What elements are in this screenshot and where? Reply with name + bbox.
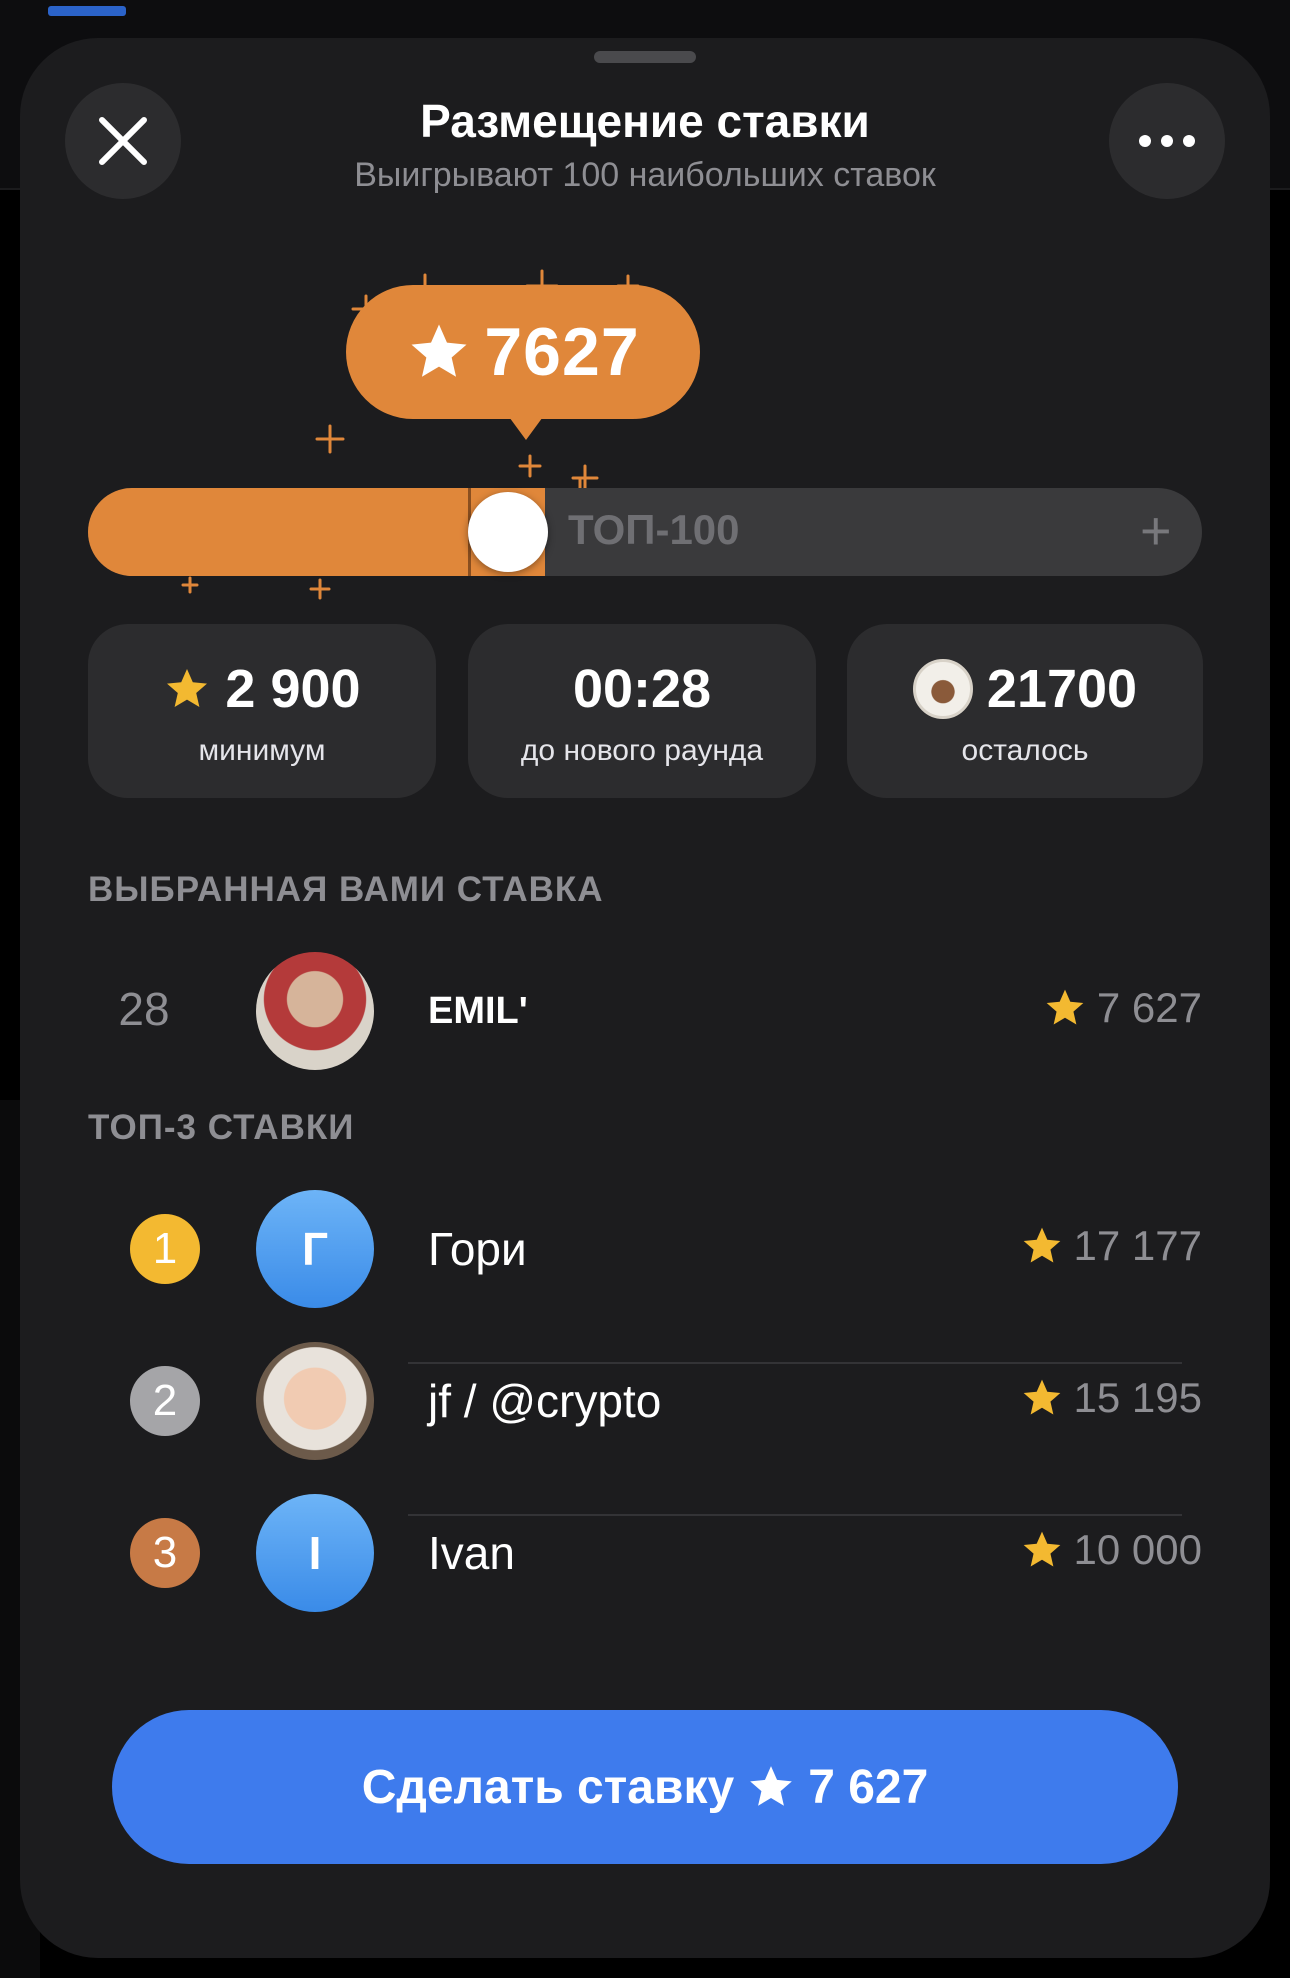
star-icon (1023, 1227, 1060, 1263)
place-bid-button[interactable]: Сделать ставку 7 627 (112, 1710, 1178, 1864)
avatar: Г (256, 1190, 374, 1308)
stat-timer-label: до нового раунда (520, 734, 764, 767)
slider-label: ТОП-100 (568, 506, 740, 553)
my-bid-amount-wrap: 7 627 (1043, 984, 1202, 1032)
bid-bubble-tail (504, 410, 548, 440)
medal-bronze: 3 (130, 1518, 200, 1588)
star-icon (411, 324, 467, 377)
top3-row-1-amount: 17 177 (1073, 1222, 1202, 1269)
more-button[interactable] (1109, 83, 1225, 199)
avatar (256, 952, 374, 1070)
stat-timer: 00:28 до нового раунда (468, 624, 816, 798)
place-bid-amount: 7 627 (808, 1760, 929, 1814)
my-bid-section-title: ВЫБРАННАЯ ВАМИ СТАВКА (88, 870, 604, 909)
stat-minimum-label: минимум (198, 734, 326, 767)
background-tab-indicator (48, 6, 126, 16)
my-bid-row[interactable]: 28 EMILʹ 7 627 (88, 952, 1202, 1070)
star-icon (1046, 989, 1084, 1025)
place-bid-label: Сделать ставку (361, 1760, 735, 1814)
medal-gold: 1 (130, 1214, 200, 1284)
top3-row-1-amount-wrap: 17 177 (1020, 1222, 1202, 1270)
stat-timer-value: 00:28 (572, 659, 712, 719)
slider-thumb[interactable] (468, 492, 548, 572)
star-icon (1023, 1531, 1060, 1567)
top3-row-3-amount: 10 000 (1073, 1526, 1202, 1573)
my-bid-name: EMILʹ (428, 990, 528, 1032)
bid-bubble-value: 7627 (484, 314, 640, 390)
stat-remaining-value: 21700 (986, 659, 1138, 719)
my-bid-amount: 7 627 (1096, 984, 1202, 1031)
avatar: I (256, 1494, 374, 1612)
top3-row-3-amount-wrap: 10 000 (1020, 1526, 1202, 1574)
top3-row-1-name: Гори (428, 1223, 527, 1275)
sheet-grabber[interactable] (594, 51, 696, 63)
stat-remaining: 21700 осталось (847, 624, 1203, 798)
top3-row-1[interactable]: 1 Г Гори 17 177 (88, 1190, 1202, 1308)
cake-icon (912, 659, 973, 719)
star-icon (1023, 1379, 1060, 1415)
top3-section-title: ТОП-3 СТАВКИ (88, 1108, 355, 1147)
bid-bubble: 7627 (346, 285, 700, 419)
sheet-title: Размещение ставки (420, 95, 870, 147)
stat-minimum: 2 900 минимум (88, 624, 436, 798)
top3-row-2-amount-wrap: 15 195 (1020, 1374, 1202, 1422)
stat-minimum-value: 2 900 (225, 659, 361, 719)
my-bid-rank: 28 (118, 983, 170, 1035)
plus-icon[interactable]: + (1140, 504, 1172, 558)
top3-row-2[interactable]: 2 jf / @crypto 15 195 (88, 1342, 1202, 1460)
star-icon (750, 1766, 793, 1806)
avatar (256, 1342, 374, 1460)
top3-row-2-amount: 15 195 (1073, 1374, 1202, 1421)
bid-sheet: Размещение ставки Выигрывают 100 наиболь… (20, 38, 1270, 1958)
more-icon (1139, 135, 1195, 147)
star-icon (167, 669, 208, 707)
top3-row-3[interactable]: 3 I Ivan 10 000 (88, 1494, 1202, 1612)
top3-row-3-name: Ivan (428, 1527, 515, 1579)
sheet-subtitle: Выигрывают 100 наибольших ставок (354, 156, 936, 194)
medal-silver: 2 (130, 1366, 200, 1436)
stat-remaining-label: осталось (961, 734, 1089, 767)
bid-slider[interactable]: ТОП-100 + (88, 488, 1202, 576)
top3-row-2-name: jf / @crypto (428, 1375, 662, 1427)
